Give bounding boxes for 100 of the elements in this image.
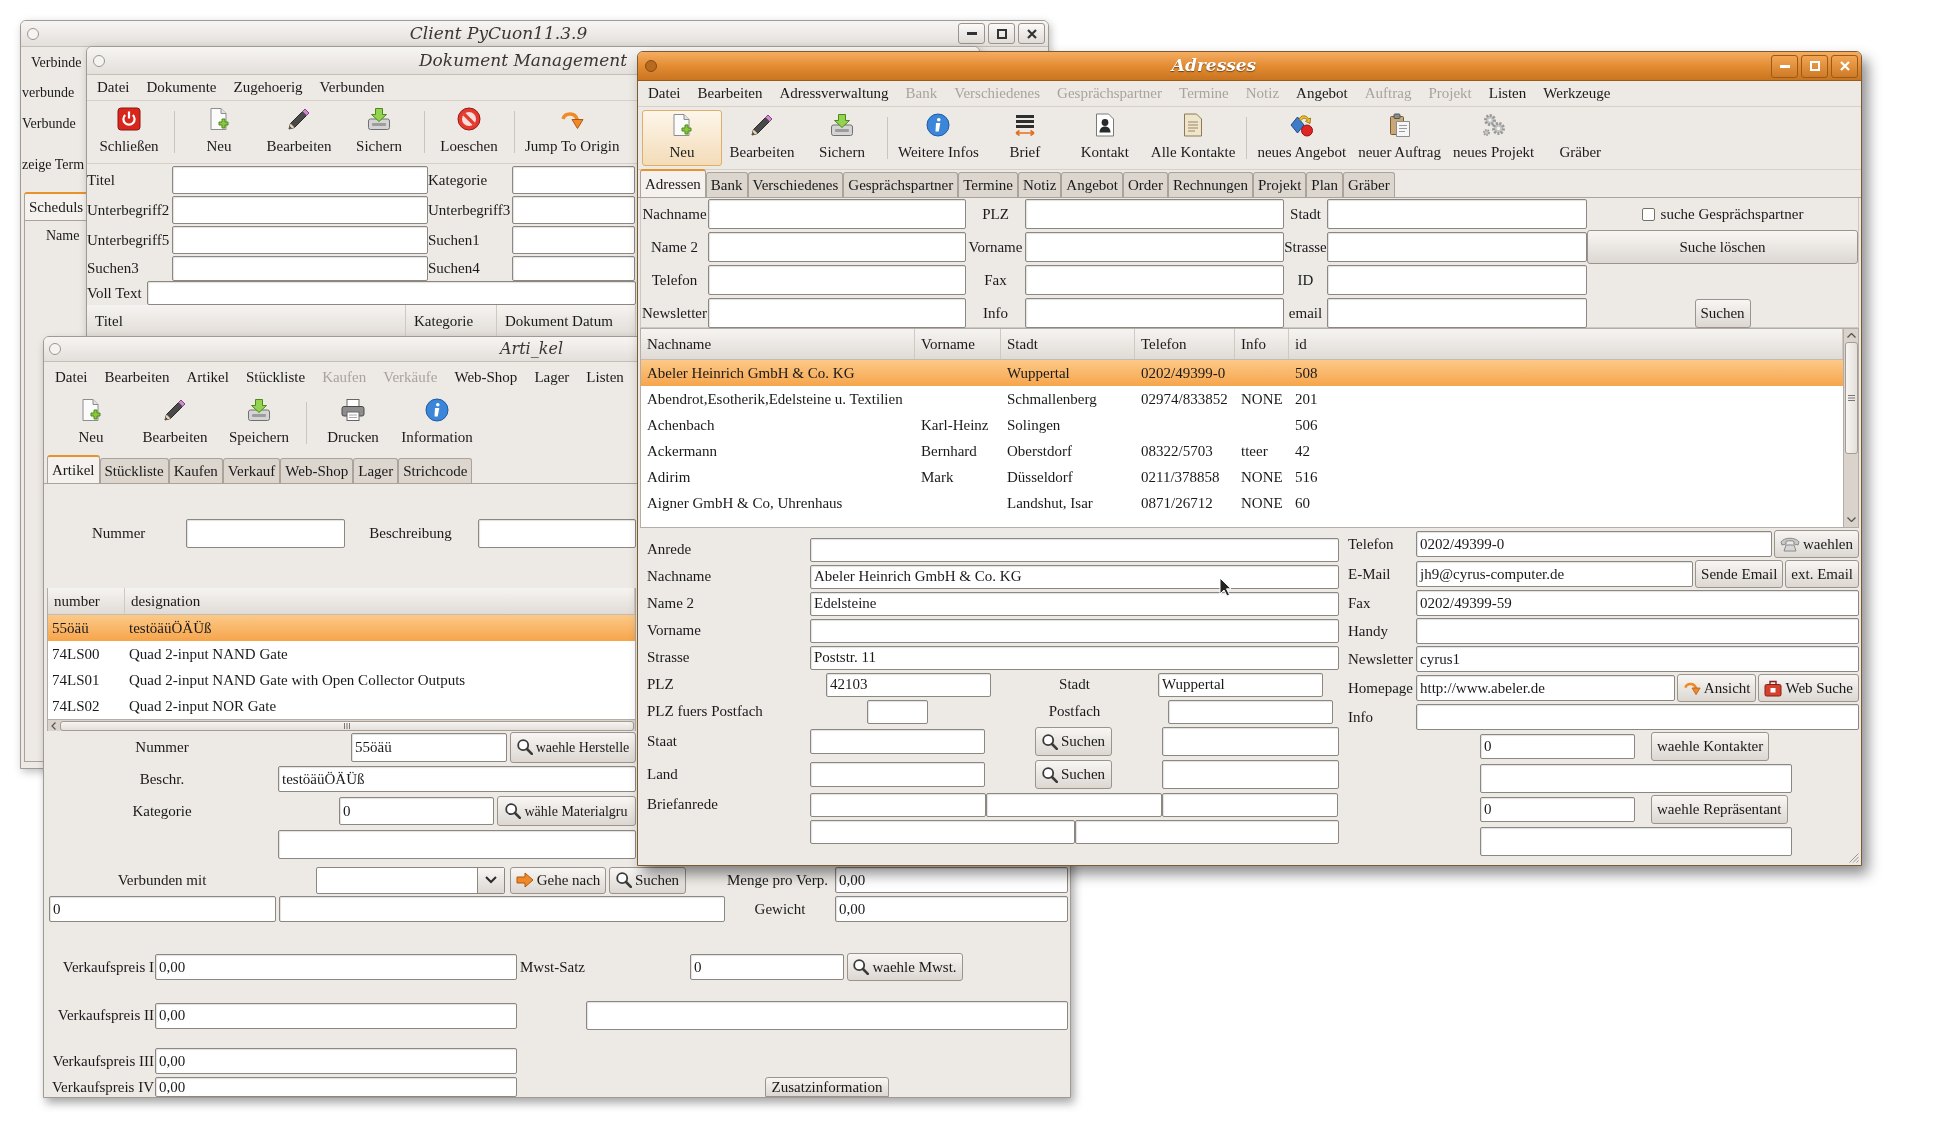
menu-item[interactable]: Datei (97, 76, 130, 99)
text-field[interactable]: jh9@cyrus-computer.de (1416, 561, 1694, 587)
text-field[interactable] (867, 699, 928, 724)
menu-item[interactable]: Lager (534, 365, 570, 389)
menu-item[interactable]: Bearbeiten (104, 365, 170, 389)
search-button[interactable]: Suchen (1694, 298, 1751, 328)
toolbar-button[interactable]: Alle Kontakte (1144, 110, 1242, 166)
text-field[interactable] (172, 256, 428, 281)
text-field[interactable] (986, 792, 1162, 817)
go-to-button[interactable]: Gehe nach (510, 866, 606, 894)
send-email-button[interactable]: Sende Email (1695, 560, 1784, 588)
text-field[interactable] (1327, 265, 1587, 295)
tab[interactable]: Plan (1306, 172, 1343, 197)
menu-item[interactable]: Artikel (186, 365, 229, 389)
select-button[interactable]: waehle Mwst. (847, 953, 963, 981)
toolbar-button[interactable]: neuer Auftrag (1352, 110, 1448, 166)
scrollbar[interactable] (1843, 329, 1858, 527)
text-field[interactable] (1025, 199, 1284, 229)
text-field[interactable]: testöäüÖÄÜß (278, 766, 636, 792)
text-field[interactable] (1025, 232, 1284, 262)
search-button[interactable]: Suchen (1035, 727, 1112, 756)
minimize-button[interactable] (1771, 54, 1798, 78)
menu-item[interactable]: Bearbeiten (697, 82, 763, 105)
text-field[interactable] (810, 618, 1339, 643)
menu-item[interactable]: Werkzeuge (1543, 82, 1611, 105)
tab[interactable]: Strichcode (398, 458, 473, 483)
list-row[interactable]: 55öäü testöäüÖÄÜß (48, 615, 635, 641)
text-field[interactable]: 55öäü (351, 732, 507, 762)
text-field[interactable]: Poststr. 11 (810, 645, 1339, 670)
dial-button[interactable]: waehlen (1774, 530, 1859, 558)
text-field[interactable]: 0,00 (155, 1048, 517, 1074)
text-field[interactable] (810, 819, 1075, 844)
combo-box[interactable] (316, 866, 505, 894)
tab[interactable]: Projekt (1253, 172, 1307, 197)
toolbar-button[interactable]: Brief (984, 110, 1065, 166)
text-field[interactable] (1162, 792, 1338, 817)
toolbar-button[interactable]: Sichern (802, 110, 882, 166)
tab[interactable]: Angebot (1061, 172, 1123, 197)
text-field[interactable] (278, 829, 636, 859)
tab[interactable]: Lager (353, 458, 399, 483)
text-field[interactable] (1168, 699, 1333, 724)
text-field[interactable] (1416, 618, 1859, 644)
text-field[interactable] (810, 792, 986, 817)
text-field[interactable]: 0,00 (835, 896, 1068, 922)
text-field[interactable] (708, 232, 966, 262)
text-field[interactable]: 0,00 (155, 954, 517, 980)
text-field[interactable] (512, 256, 635, 281)
text-field[interactable]: 0 (49, 896, 276, 922)
text-field[interactable] (1025, 265, 1284, 295)
text-field[interactable] (1480, 763, 1792, 793)
text-field[interactable]: 0,00 (835, 867, 1068, 893)
tab[interactable]: Kaufen (168, 458, 223, 483)
toolbar-button[interactable]: neues Projekt (1447, 110, 1541, 166)
tab[interactable]: Gesprächspartner (843, 172, 959, 197)
select-button[interactable]: wähle Materialgru (497, 796, 636, 826)
toolbar-button[interactable]: Sichern (339, 104, 419, 160)
text-field[interactable] (810, 762, 985, 787)
text-field[interactable]: 42103 (826, 672, 991, 697)
toolbar-button[interactable]: Jump To Origin (519, 104, 626, 160)
text-field[interactable] (1416, 704, 1859, 730)
tab[interactable]: Bank (705, 172, 748, 197)
menu-item[interactable]: Zugehoerig (233, 76, 303, 99)
text-field[interactable]: 0,00 (155, 1077, 517, 1097)
toolbar-button[interactable]: Bearbeiten (722, 110, 802, 166)
text-field[interactable]: Edelsteine (810, 591, 1339, 616)
web-search-button[interactable]: Web Suche (1758, 674, 1859, 702)
text-field[interactable] (172, 226, 428, 254)
maximize-button[interactable] (988, 23, 1015, 44)
tab[interactable]: Web-Shop (280, 458, 354, 483)
toolbar-button[interactable]: Information (395, 395, 479, 451)
text-field[interactable]: 0 (1480, 734, 1635, 759)
menu-item[interactable]: Listen (1488, 82, 1527, 105)
column-header[interactable]: Info (1235, 329, 1289, 359)
select-button[interactable]: waehle Herstelle (510, 731, 636, 763)
toolbar-button[interactable]: Schließen (89, 104, 169, 160)
toolbar-button[interactable]: Speichern (217, 395, 301, 451)
scrollbar-thumb[interactable] (1844, 342, 1858, 454)
toolbar-button[interactable]: Weitere Infos (892, 110, 985, 166)
menu-item[interactable]: Verbinde (31, 51, 82, 73)
select-button[interactable]: waehle Repräsentant (1651, 795, 1788, 824)
info-button[interactable]: Zusatzinformation (765, 1077, 889, 1097)
tab[interactable]: Order (1123, 172, 1168, 197)
text-field[interactable] (1162, 760, 1339, 789)
text-field[interactable]: cyrus1 (1416, 646, 1859, 672)
text-field[interactable] (1327, 199, 1587, 229)
view-button[interactable]: Ansicht (1676, 674, 1757, 702)
text-field[interactable]: 0 (1480, 797, 1635, 822)
text-field[interactable] (186, 519, 346, 548)
tab[interactable]: Termine (958, 172, 1018, 197)
text-field[interactable] (512, 166, 635, 194)
text-field[interactable] (172, 196, 428, 224)
text-field[interactable]: 0 (339, 797, 494, 825)
text-field[interactable] (1480, 826, 1792, 856)
clear-search-button[interactable]: Suche löschen (1587, 230, 1858, 264)
search-button[interactable]: Suchen (609, 866, 686, 894)
column-header[interactable]: Telefon (1135, 329, 1235, 359)
text-field[interactable] (512, 196, 635, 224)
text-field[interactable] (1075, 819, 1339, 844)
column-header[interactable]: Name (46, 224, 80, 246)
column-header[interactable]: Vorname (915, 329, 1001, 359)
